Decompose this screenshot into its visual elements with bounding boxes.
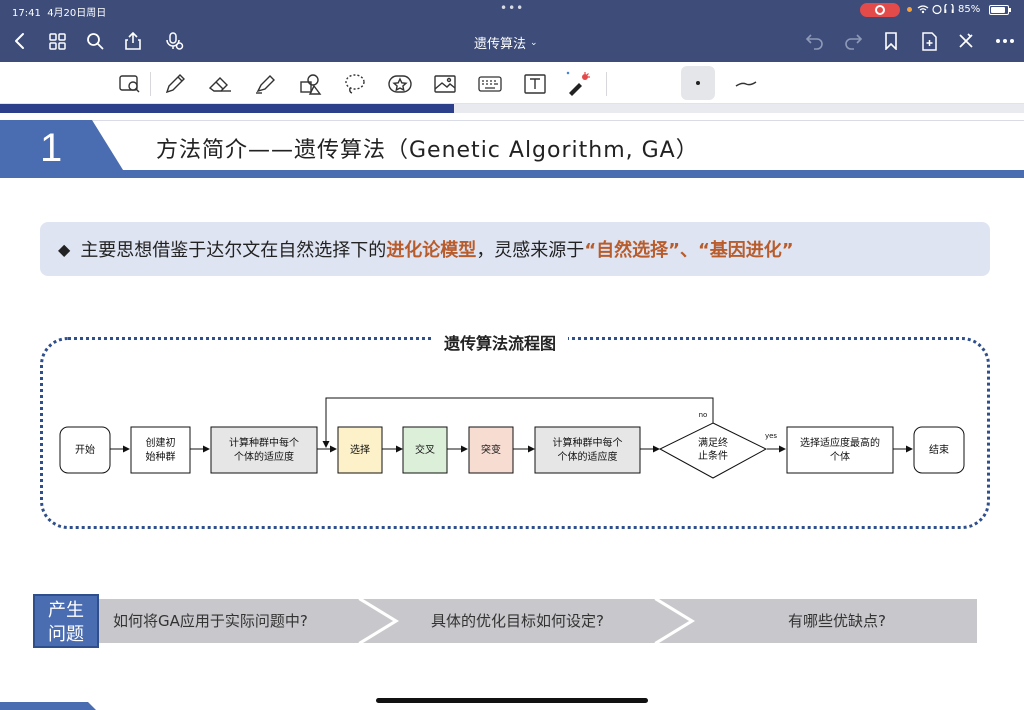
create-population-label-2: 始种群: [146, 450, 176, 463]
best-individual-label-2: 个体: [830, 451, 850, 463]
more-options-icon[interactable]: [992, 28, 1018, 54]
problem-label-line-2: 问题: [48, 624, 84, 645]
pen-thickness-dot: [696, 81, 700, 85]
idea-highlight-model: 进化论模型: [386, 240, 477, 261]
selection-node-label: 选择: [350, 443, 370, 456]
problem-section: 产生 问题 如何将GA应用于实际问题中? 具体的优化目标如何设定? 有哪些优缺点…: [33, 594, 977, 650]
keyboard-tool-icon[interactable]: [476, 70, 504, 98]
question-apply-ga: 如何将GA应用于实际问题中?: [113, 612, 308, 630]
diamond-bullet-icon: ◆: [58, 239, 71, 259]
slide-number: 1: [40, 126, 63, 170]
toolbar-divider: [150, 72, 151, 96]
multitask-dots-icon[interactable]: •••: [500, 1, 524, 15]
best-individual-node: [786, 426, 894, 474]
fitness-node-1-label-1: 计算种群中每个: [229, 436, 299, 449]
question-pros-cons: 有哪些优缺点?: [788, 612, 886, 630]
document-title[interactable]: 遗传算法 ⌄: [474, 33, 538, 52]
problem-label-line-1: 产生: [48, 600, 84, 621]
eraser-tool-icon[interactable]: [206, 70, 234, 98]
status-time: 17:41 4月20日周日: [12, 4, 106, 19]
fitness-node-1: [210, 426, 318, 474]
redo-icon[interactable]: [842, 28, 864, 54]
laser-pointer-icon[interactable]: [564, 70, 592, 98]
create-population-label-1: 创建初: [146, 436, 176, 449]
termination-label-2: 止条件: [698, 449, 728, 462]
flowchart-diagram: 开始 创建初 始种群 计算种群中每个 个体的适应度 选择 交叉 突变 计算种群中…: [59, 397, 965, 479]
yes-edge-label: yes: [765, 432, 777, 440]
fitness-node-2-label-2: 个体的适应度: [558, 450, 618, 463]
status-date: 4月20日周日: [47, 8, 107, 19]
crossover-node-label: 交叉: [415, 443, 435, 456]
fitness-node-2-label-1: 计算种群中每个: [553, 436, 623, 449]
share-icon[interactable]: [122, 28, 144, 54]
fitness-node-2: [534, 426, 641, 474]
mutation-node-label: 突变: [481, 443, 501, 456]
pen-tool-icon[interactable]: [161, 70, 189, 98]
battery-icon: [989, 5, 1011, 15]
highlighter-tool-icon[interactable]: [251, 70, 279, 98]
end-node-label: 结束: [929, 443, 949, 456]
stroke-style-icon[interactable]: [731, 70, 761, 98]
termination-label-1: 满足终: [698, 436, 728, 449]
screen-record-icon[interactable]: [860, 3, 900, 17]
slide-title-band: 1 方法简介——遗传算法（Genetic Algorithm, GA）: [0, 120, 1024, 180]
undo-icon[interactable]: [804, 28, 826, 54]
question-set-objective: 具体的优化目标如何设定?: [431, 612, 604, 630]
lasso-tool-icon[interactable]: [341, 70, 369, 98]
wifi-icon: [916, 2, 954, 18]
fitness-node-1-label-2: 个体的适应度: [234, 450, 294, 463]
close-toolbar-icon[interactable]: [955, 28, 977, 54]
flowchart-title: 遗传算法流程图: [432, 330, 569, 354]
idea-highlight-inspiration: “自然选择”、“基因进化”: [584, 240, 794, 261]
start-node-label: 开始: [75, 443, 95, 456]
status-bar: 17:41 4月20日周日 ••• 85%: [0, 0, 1024, 20]
status-clock: 17:41: [12, 8, 41, 19]
add-page-icon[interactable]: [918, 28, 940, 54]
text-tool-icon[interactable]: [521, 70, 549, 98]
grid-view-icon[interactable]: [46, 28, 68, 54]
best-individual-label-1: 选择适应度最高的: [800, 436, 880, 449]
shapes-tool-icon[interactable]: [296, 70, 324, 98]
bookmark-icon[interactable]: [880, 28, 902, 54]
pen-thickness-button[interactable]: [681, 66, 715, 100]
home-indicator[interactable]: [376, 698, 648, 703]
sticker-tool-icon[interactable]: [386, 70, 414, 98]
slide-canvas: 1 方法简介——遗传算法（Genetic Algorithm, GA） ◆ 主要…: [0, 104, 1024, 710]
loop-back-arrow: [322, 397, 714, 448]
battery-percent: 85%: [958, 4, 981, 15]
next-slide-tab: [0, 702, 96, 710]
toolbar-divider: [606, 72, 607, 96]
idea-text-middle: ，灵感来源于: [476, 240, 585, 261]
no-edge-label: no: [699, 411, 708, 419]
slide-progress-fill: [0, 104, 454, 113]
main-idea-box: ◆ 主要思想借鉴于达尔文在自然选择下的 进化论模型 ，灵感来源于 “自然选择”、“基因…: [40, 222, 990, 276]
back-icon[interactable]: [8, 28, 30, 54]
drawing-toolbar: [0, 62, 1024, 104]
search-icon[interactable]: [84, 28, 106, 54]
problem-label: 产生 问题: [33, 594, 99, 648]
image-tool-icon[interactable]: [431, 70, 459, 98]
mic-indicator-icon: [907, 7, 912, 12]
microphone-icon[interactable]: [162, 28, 186, 54]
slide-title: 方法简介——遗传算法（Genetic Algorithm, GA）: [156, 138, 699, 163]
document-title-text: 遗传算法: [474, 37, 527, 52]
create-population-node: [130, 426, 191, 474]
idea-text-prefix: 主要思想借鉴于达尔文在自然选择下的: [80, 240, 387, 261]
app-chrome: 17:41 4月20日周日 ••• 85% 遗传算法 ⌄: [0, 0, 1024, 62]
zoom-view-icon[interactable]: [116, 70, 144, 98]
chevron-down-icon: ⌄: [530, 37, 538, 48]
